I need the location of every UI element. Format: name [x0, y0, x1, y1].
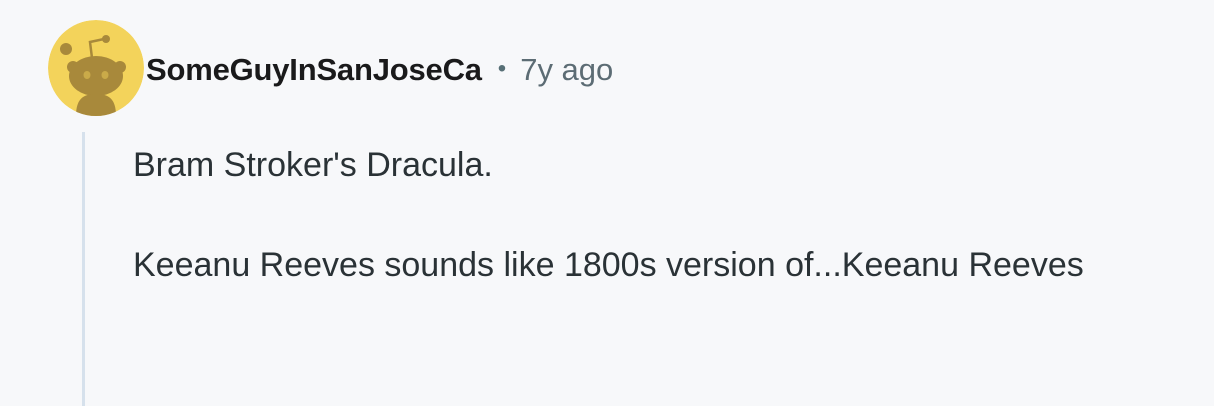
separator-dot: • — [497, 55, 507, 82]
comment-header: SomeGuyInSanJoseCa • 7y ago — [146, 44, 613, 96]
avatar[interactable] — [48, 20, 144, 116]
timestamp[interactable]: 7y ago — [520, 52, 613, 88]
thread-collapse-line[interactable] — [82, 132, 85, 406]
username-link[interactable]: SomeGuyInSanJoseCa — [146, 52, 482, 88]
comment: SomeGuyInSanJoseCa • 7y ago Bram Stroker… — [0, 0, 1214, 406]
comment-paragraph: Bram Stroker's Dracula. — [133, 146, 493, 184]
snoo-avatar-icon — [48, 20, 144, 116]
comment-body: Bram Stroker's Dracula. Keeanu Reeves so… — [133, 140, 1193, 290]
comment-paragraph: Keeanu Reeves sounds like 1800s version … — [133, 246, 1084, 284]
